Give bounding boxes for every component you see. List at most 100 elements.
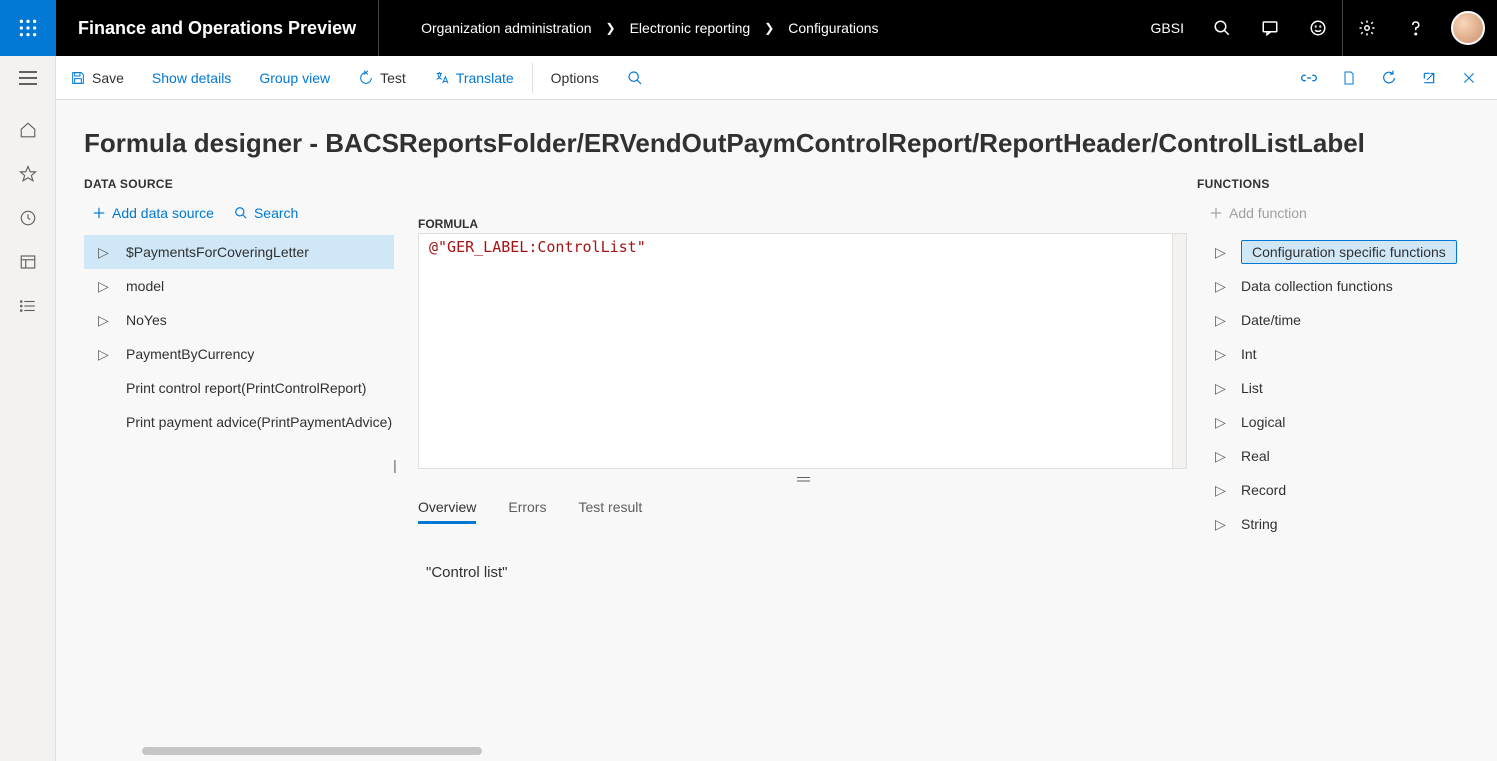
function-category[interactable]: ▷Real [1197,439,1477,473]
chevron-right-icon: ▷ [1215,380,1225,397]
function-category[interactable]: ▷String [1197,507,1477,541]
resize-handle[interactable]: || [393,457,394,473]
page-options-button[interactable] [1329,56,1369,100]
function-category-label: Data collection functions [1241,278,1393,294]
function-category[interactable]: ▷ Logical [1197,405,1477,439]
data-source-panel: DATA SOURCE Add data source Search ▷ $Pay… [84,177,394,740]
avatar[interactable] [1451,11,1485,45]
refresh-icon [358,70,374,86]
save-label: Save [92,70,124,86]
tab-errors[interactable]: Errors [508,493,546,524]
tree-item[interactable]: ▷ model [84,269,394,303]
tree-item[interactable]: Print payment advice(PrintPaymentAdvice) [84,405,394,439]
recent-button[interactable] [16,206,40,230]
formula-panel: FORMULA @"GER_LABEL:ControlList" == Over… [394,177,1197,740]
close-button[interactable] [1449,56,1489,100]
title-bar-right: GBSI [1137,0,1497,56]
overview-content: "Control list" [418,524,1187,621]
breadcrumb-item[interactable]: Configurations [786,16,880,40]
refresh-icon [1381,70,1397,86]
tab-test-result[interactable]: Test result [578,493,642,524]
tree-item-label: Print payment advice(PrintPaymentAdvice) [126,414,392,430]
help-button[interactable] [1391,0,1439,56]
group-view-button[interactable]: Group view [245,56,344,100]
data-source-heading: DATA SOURCE [84,177,394,191]
scrollbar[interactable] [1172,234,1186,468]
nav-rail [0,56,56,761]
chevron-right-icon: ▷ [1215,312,1225,329]
function-category-label: Date/time [1241,312,1301,328]
function-category[interactable]: ▷ Data collection functions [1197,269,1477,303]
chevron-right-icon: ▷ [98,278,108,295]
favorites-button[interactable] [16,162,40,186]
settings-button[interactable] [1343,0,1391,56]
save-button[interactable]: Save [56,56,138,100]
function-category-label: Real [1241,448,1270,464]
function-category[interactable]: ▷Configuration specific functions [1197,235,1477,269]
home-button[interactable] [16,118,40,142]
formula-editor[interactable]: @"GER_LABEL:ControlList" [418,233,1187,469]
workspace-icon [19,253,37,271]
function-category[interactable]: ▷Record [1197,473,1477,507]
formula-code: @"GER_LABEL:ControlList" [429,238,646,256]
plus-icon [1209,206,1223,220]
formula-heading: FORMULA [418,217,1187,231]
translate-button[interactable]: Translate [420,56,528,100]
modules-button[interactable] [16,294,40,318]
function-category-label: List [1241,380,1263,396]
tree-item-label: NoYes [126,312,167,328]
workspaces-button[interactable] [16,250,40,274]
chevron-right-icon: ▷ [98,346,108,363]
function-category[interactable]: ▷Int [1197,337,1477,371]
app-launcher[interactable] [0,0,56,56]
plus-icon [92,206,106,220]
data-source-tree: ▷$PaymentsForCoveringLetter▷model▷NoYes▷… [84,235,394,439]
function-category-label: String [1241,516,1278,532]
tree-item[interactable]: ▷ PaymentByCurrency [84,337,394,371]
chevron-right-icon: ▷ [1215,278,1225,295]
tree-item-label: model [126,278,164,294]
popout-icon [1421,70,1437,86]
tree-item-label: PaymentByCurrency [126,346,254,362]
function-category[interactable]: ▷ List [1197,371,1477,405]
link-button[interactable] [1289,56,1329,100]
function-category-label: Configuration specific functions [1241,240,1457,264]
scrollbar[interactable] [142,747,482,755]
function-category-label: Logical [1241,414,1285,430]
breadcrumb-item[interactable]: Electronic reporting [628,16,753,40]
tree-item[interactable]: ▷ NoYes [84,303,394,337]
breadcrumb-item[interactable]: Organization administration [419,16,593,40]
popout-button[interactable] [1409,56,1449,100]
find-button[interactable] [613,56,657,100]
smiley-icon [1309,19,1327,37]
tree-item[interactable]: ▷ $PaymentsForCoveringLetter [84,235,394,269]
horizontal-splitter[interactable]: == [418,469,1187,489]
tree-item[interactable]: Print control report(PrintControlReport) [84,371,394,405]
company-code[interactable]: GBSI [1137,20,1198,36]
messages-button[interactable] [1246,0,1294,56]
functions-tree: ▷Configuration specific functions▷Data c… [1197,235,1477,541]
refresh-page-button[interactable] [1369,56,1409,100]
help-icon [1406,19,1424,37]
search-button[interactable] [1198,0,1246,56]
test-button[interactable]: Test [344,56,420,100]
page-icon [1341,70,1357,86]
chevron-right-icon: ▷ [1215,414,1225,431]
clock-icon [19,209,37,227]
search-data-source-button[interactable]: Search [234,205,298,221]
star-icon [19,165,37,183]
chevron-right-icon: ▷ [98,312,108,329]
chevron-right-icon: ▷ [98,244,108,261]
tree-item-label: $PaymentsForCoveringLetter [126,244,309,260]
function-category[interactable]: ▷ Date/time [1197,303,1477,337]
show-details-button[interactable]: Show details [138,56,245,100]
nav-toggle[interactable] [0,56,56,100]
page-title: Formula designer - BACSReportsFolder/ERV… [84,128,1497,159]
options-button[interactable]: Options [537,56,613,100]
tab-overview[interactable]: Overview [418,493,476,524]
search-icon [234,206,248,220]
workspace: Formula designer - BACSReportsFolder/ERV… [56,100,1497,761]
feedback-button[interactable] [1294,0,1342,56]
add-data-source-button[interactable]: Add data source [92,205,214,221]
chevron-right-icon: ❯ [764,21,774,35]
